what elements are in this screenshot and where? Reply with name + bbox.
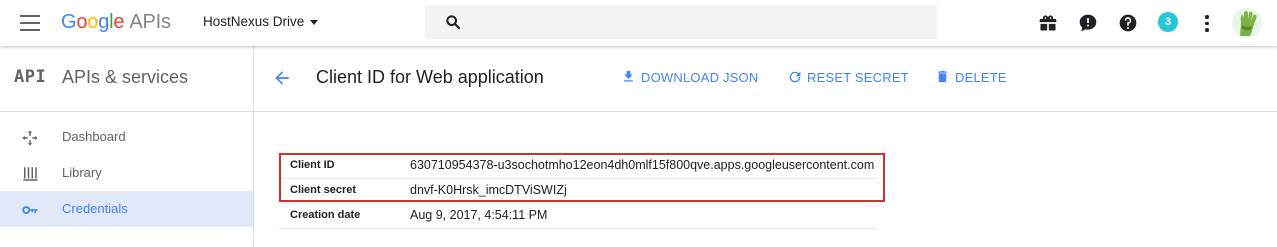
logo-letter: e [113,11,125,33]
detail-row-client-secret: Client secret dnvf-K0Hrsk_imcDTViSWIZj [279,178,877,204]
detail-row-creation-date: Creation date Aug 9, 2017, 4:54:11 PM [279,203,877,229]
key-icon [22,206,38,214]
sidebar-item-dashboard[interactable]: Dashboard [0,119,253,155]
logo-letter: o [76,11,88,33]
client-id-value: 630710954378-u3sochotmho12eon4dh0mlf15f8… [410,158,875,172]
dashboard-icon [22,130,38,146]
sidebar: API APIs & services Dashboard Library Cr… [0,46,254,247]
search-input[interactable] [473,11,917,35]
action-label: DELETE [955,70,1007,85]
search-icon [446,15,461,30]
sidebar-item-label: Library [62,165,102,180]
logo-letter: o [87,11,99,33]
project-selector[interactable]: HostNexus Drive [203,14,319,29]
reset-secret-button[interactable]: RESET SECRET [787,70,909,85]
sidebar-item-label: Credentials [62,201,128,216]
sidebar-title: APIs & services [62,67,189,87]
notifications-badge[interactable]: 3 [1158,12,1178,32]
page-header: Client ID for Web application DOWNLOAD J… [254,46,1277,112]
more-vert-icon[interactable] [1205,13,1209,33]
api-badge: API [14,67,47,87]
google-apis-logo[interactable]: Google APIs [61,11,171,34]
sidebar-header: API APIs & services [0,46,253,112]
library-icon [23,167,38,181]
arrow-back-icon[interactable] [272,68,292,88]
sidebar-item-label: Dashboard [62,129,126,144]
page-title: Client ID for Web application [316,67,544,87]
download-json-button[interactable]: DOWNLOAD JSON [621,70,758,85]
sidebar-item-library[interactable]: Library [0,155,253,191]
action-label: DOWNLOAD JSON [641,70,759,85]
detail-key: Client secret [290,184,357,196]
detail-row-client-id: Client ID 630710954378-u3sochotmho12eon4… [279,153,877,179]
trash-icon [938,70,947,83]
client-secret-value: dnvf-K0Hrsk_imcDTViSWIZj [410,183,567,197]
refresh-icon [789,71,801,83]
menu-icon[interactable] [20,15,40,31]
delete-button[interactable]: DELETE [935,70,1007,85]
detail-key: Client ID [290,159,335,171]
feedback-icon[interactable] [1078,13,1098,33]
logo-letter: G [61,11,77,33]
creation-date-value: Aug 9, 2017, 4:54:11 PM [410,208,548,222]
gift-icon[interactable] [1038,13,1058,33]
detail-key: Creation date [290,209,361,221]
chevron-down-icon [310,19,319,25]
action-label: RESET SECRET [807,70,909,85]
avatar[interactable] [1232,8,1262,38]
project-name: HostNexus Drive [203,14,305,29]
search-bar[interactable] [425,5,937,39]
sidebar-item-credentials[interactable]: Credentials [0,191,253,227]
logo-letter: g [98,11,110,33]
download-icon [624,70,633,82]
logo-apis-text: APIs [129,11,171,33]
help-icon[interactable] [1118,13,1138,33]
top-bar: Google APIs HostNexus Drive 3 [0,0,1277,46]
avatar-hand-icon [1240,11,1257,36]
